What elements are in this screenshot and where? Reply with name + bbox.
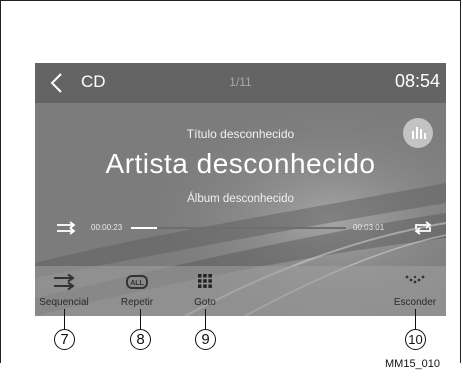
hide-label: Esconder bbox=[393, 297, 437, 308]
song-title: Título desconhecido bbox=[186, 127, 295, 141]
progress-bar[interactable] bbox=[131, 227, 346, 229]
svg-text:ALL: ALL bbox=[130, 280, 144, 287]
elapsed-time: 00:00:23 bbox=[91, 223, 123, 232]
repeat-label: Repetir bbox=[120, 297, 154, 308]
artist-name: Artista desconhecido bbox=[105, 148, 376, 179]
track-position: 1/11 bbox=[229, 75, 252, 89]
album-name: Álbum desconhecido bbox=[187, 193, 294, 205]
callout-number: 7 bbox=[54, 329, 75, 350]
callout-leader bbox=[205, 309, 206, 329]
media-screen: CD 1/11 08:54 Título desconhecido Artist… bbox=[35, 63, 446, 316]
repeat-all-icon[interactable] bbox=[412, 220, 434, 236]
callout-leader bbox=[415, 309, 416, 329]
figure-code: MM15_010 bbox=[385, 358, 441, 370]
grid-icon bbox=[198, 274, 212, 288]
top-bar: CD 1/11 08:54 bbox=[35, 63, 446, 103]
progress-fill bbox=[131, 227, 157, 229]
callout-leader bbox=[140, 309, 141, 329]
callout-number: 8 bbox=[130, 329, 151, 350]
goto-label: Goto bbox=[194, 297, 216, 308]
sequential-label: Sequencial bbox=[39, 297, 89, 308]
callout-leader bbox=[64, 309, 65, 329]
clock: 08:54 bbox=[394, 71, 440, 91]
sequential-icon[interactable] bbox=[55, 220, 77, 236]
repeat-button[interactable]: ALL Repetir bbox=[111, 266, 163, 316]
bottom-control-bar: Sequencial ALL Repetir Goto Esconder bbox=[35, 266, 446, 316]
hide-icon bbox=[405, 275, 425, 284]
total-time: 00:03:01 bbox=[353, 223, 385, 232]
callout-number: 10 bbox=[405, 329, 426, 350]
callout-number: 9 bbox=[195, 329, 216, 350]
repeat-all-icon: ALL bbox=[126, 275, 148, 289]
sequential-icon bbox=[54, 273, 75, 291]
